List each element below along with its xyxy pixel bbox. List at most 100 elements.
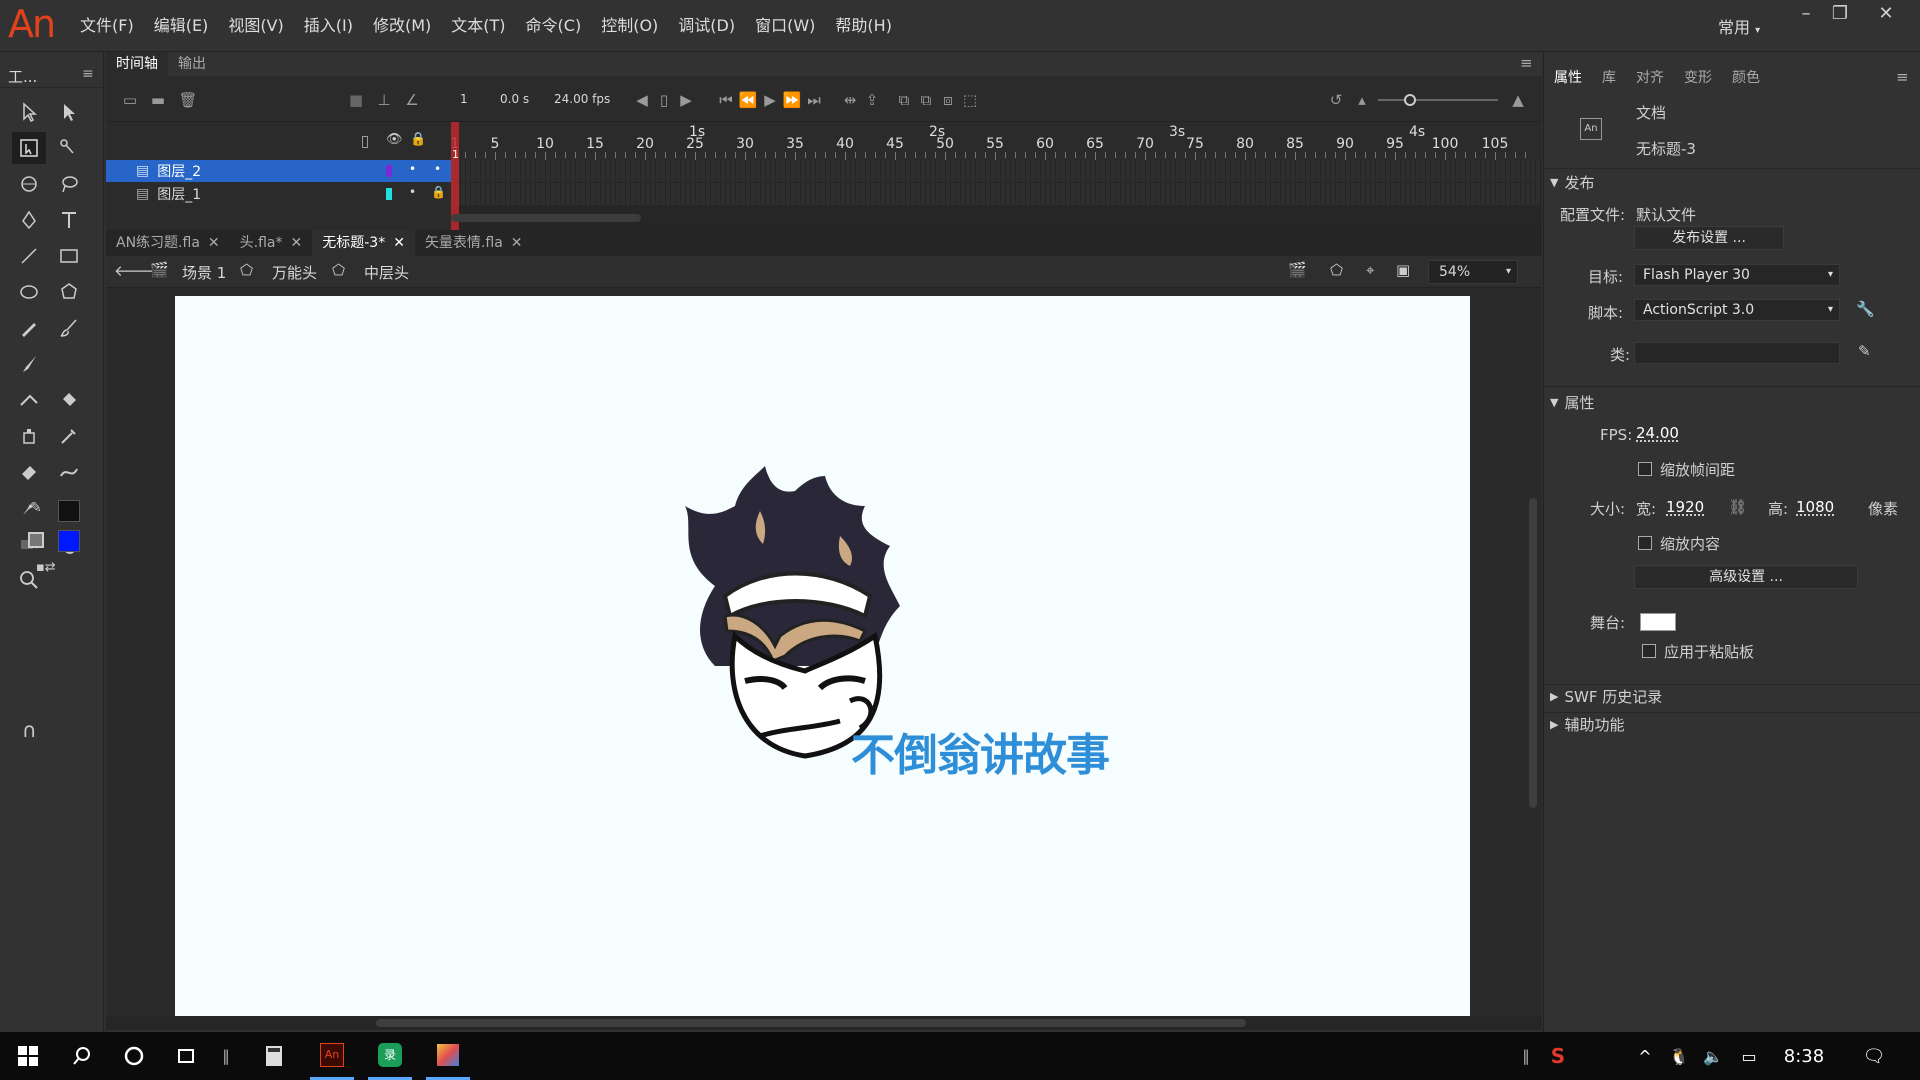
- fill-color-swatch[interactable]: [58, 530, 80, 552]
- timeline-zoom-slider[interactable]: [1378, 99, 1498, 101]
- undo-icon[interactable]: ↺: [1326, 90, 1346, 110]
- swap-colors-icon[interactable]: ▪⇄: [36, 560, 56, 575]
- battery-icon[interactable]: ▭: [1734, 1032, 1764, 1080]
- lasso-tool-icon[interactable]: [52, 168, 86, 200]
- zoom-out-icon[interactable]: ▴: [1352, 90, 1372, 110]
- breadcrumb-symbol[interactable]: 中层头: [364, 262, 409, 283]
- layer-row[interactable]: ▤ 图层_2 • •: [106, 160, 451, 182]
- breadcrumb-scene[interactable]: 场景 1: [182, 262, 226, 283]
- close-icon[interactable]: ✕: [291, 230, 303, 256]
- tab-document[interactable]: 头.fla* ✕: [230, 230, 313, 256]
- lock-icon[interactable]: 🔒: [410, 132, 426, 147]
- subselection-tool-icon[interactable]: [52, 96, 86, 128]
- pen-tool-icon[interactable]: [12, 204, 46, 236]
- graph-icon[interactable]: ∠: [402, 90, 422, 110]
- snap-magnet-icon[interactable]: ∩: [22, 718, 37, 742]
- height-value[interactable]: 1080: [1796, 498, 1834, 516]
- tab-document[interactable]: 矢量表情.fla ✕: [415, 230, 533, 256]
- stage-color-swatch[interactable]: [1640, 613, 1676, 631]
- scale-content-checkbox[interactable]: [1638, 536, 1652, 550]
- scroll-thumb[interactable]: [1529, 498, 1537, 808]
- width-value[interactable]: 1920: [1666, 498, 1704, 516]
- tab-library[interactable]: 库: [1592, 66, 1626, 90]
- onion-skin-icon[interactable]: ⇪: [862, 90, 882, 110]
- panel-menu-icon[interactable]: ≡: [1520, 54, 1533, 72]
- stage-canvas[interactable]: 不倒翁讲故事: [175, 296, 1470, 1019]
- task-view-icon[interactable]: [164, 1032, 208, 1080]
- edit-multiple-icon[interactable]: ⧉: [916, 90, 936, 110]
- 3d-rotation-tool-icon[interactable]: [12, 168, 46, 200]
- scale-interval-checkbox[interactable]: [1638, 462, 1652, 476]
- properties-section-header[interactable]: ▼ 属性: [1550, 392, 1594, 413]
- class-input[interactable]: [1634, 342, 1840, 364]
- onion-outline-icon[interactable]: ⧉: [894, 90, 914, 110]
- oval-tool-icon[interactable]: [12, 276, 46, 308]
- windows-start-icon[interactable]: [6, 1032, 50, 1080]
- stage-hscrollbar[interactable]: [106, 1016, 1542, 1030]
- close-icon[interactable]: ✕: [393, 230, 405, 256]
- sogou-input-icon[interactable]: S: [1540, 1032, 1576, 1080]
- tab-color[interactable]: 颜色: [1722, 66, 1770, 90]
- zoom-select[interactable]: 54% ▾: [1428, 260, 1518, 284]
- workspace-switcher[interactable]: 常用 ▾: [1718, 14, 1760, 38]
- clip-stage-icon[interactable]: ▣: [1396, 261, 1410, 279]
- fps-value[interactable]: 24.00: [1636, 424, 1679, 442]
- delete-layer-icon[interactable]: 🗑: [178, 90, 198, 110]
- close-icon[interactable]: ✕: [208, 230, 220, 256]
- edit-scene-icon[interactable]: 🎬: [1288, 261, 1307, 279]
- onion-range-icon[interactable]: ⧈: [938, 90, 958, 110]
- stage-vscrollbar[interactable]: [1526, 288, 1540, 1028]
- frame-row[interactable]: [451, 183, 1541, 205]
- tab-transform[interactable]: 变形: [1674, 66, 1722, 90]
- notification-icon[interactable]: 🗨: [1854, 1032, 1894, 1080]
- edit-symbol-icon[interactable]: ⬠: [1330, 261, 1343, 279]
- frame-rate[interactable]: 24.00 fps: [554, 92, 610, 106]
- volume-icon[interactable]: 🔈: [1698, 1032, 1728, 1080]
- paint-taskbar-icon[interactable]: [426, 1032, 470, 1080]
- visibility-eye-icon[interactable]: 👁: [386, 132, 403, 147]
- eyedropper-tool-icon[interactable]: [52, 420, 86, 452]
- tab-align[interactable]: 对齐: [1626, 66, 1674, 90]
- menu-commands[interactable]: 命令(C): [516, 14, 592, 38]
- wrench-icon[interactable]: 🔧: [1856, 300, 1875, 318]
- layer-lock-dot[interactable]: •: [434, 162, 441, 176]
- stroke-color-swatch[interactable]: [58, 500, 80, 522]
- scroll-thumb[interactable]: [376, 1019, 1246, 1027]
- search-icon[interactable]: [60, 1032, 104, 1080]
- layer-depth-icon[interactable]: ⊥: [374, 90, 394, 110]
- asset-warp-tool-icon[interactable]: [52, 456, 86, 488]
- layer-row[interactable]: ▤ 图层_1 • 🔒: [106, 183, 451, 205]
- polystar-tool-icon[interactable]: [52, 276, 86, 308]
- center-stage-icon[interactable]: ⌖: [1366, 261, 1374, 279]
- chevron-up-icon[interactable]: ^: [1630, 1032, 1660, 1080]
- menu-debug[interactable]: 调试(D): [668, 14, 745, 38]
- timeline-hscrollbar[interactable]: [451, 214, 641, 222]
- menu-help[interactable]: 帮助(H): [825, 14, 902, 38]
- calculator-icon[interactable]: [252, 1032, 296, 1080]
- layer-locked-icon[interactable]: 🔒: [431, 185, 446, 199]
- tab-output[interactable]: 输出: [168, 52, 216, 76]
- slider-handle[interactable]: [1404, 94, 1416, 106]
- accessibility-section[interactable]: ▶ 辅助功能: [1550, 714, 1624, 735]
- camera-icon[interactable]: ■: [346, 90, 366, 110]
- menu-control[interactable]: 控制(O): [591, 14, 668, 38]
- paint-brush-tool-icon[interactable]: [12, 348, 46, 380]
- next-frame-icon[interactable]: ⏩: [782, 90, 802, 110]
- layer-color-swatch[interactable]: [386, 188, 392, 200]
- publish-settings-button[interactable]: 发布设置 ...: [1634, 226, 1784, 250]
- menu-modify[interactable]: 修改(M): [363, 14, 441, 38]
- ink-bottle-tool-icon[interactable]: [12, 420, 46, 452]
- menu-insert[interactable]: 插入(I): [294, 14, 363, 38]
- zoom-in-icon[interactable]: ▲: [1508, 90, 1528, 110]
- apply-pasteboard-checkbox[interactable]: [1642, 644, 1656, 658]
- minimize-button[interactable]: –: [1792, 4, 1820, 26]
- edit-pencil-icon[interactable]: ✎: [1858, 342, 1871, 360]
- script-select[interactable]: ActionScript 3.0 ▾: [1634, 299, 1840, 321]
- text-tool-icon[interactable]: [52, 204, 86, 236]
- restore-button[interactable]: ❐: [1826, 4, 1854, 26]
- layer-visible-dot[interactable]: •: [409, 185, 416, 199]
- breadcrumb-symbol[interactable]: 万能头: [272, 262, 317, 283]
- step-back-icon[interactable]: ◀: [632, 90, 652, 110]
- loop-icon[interactable]: ⇹: [840, 90, 860, 110]
- rectangle-tool-icon[interactable]: [52, 240, 86, 272]
